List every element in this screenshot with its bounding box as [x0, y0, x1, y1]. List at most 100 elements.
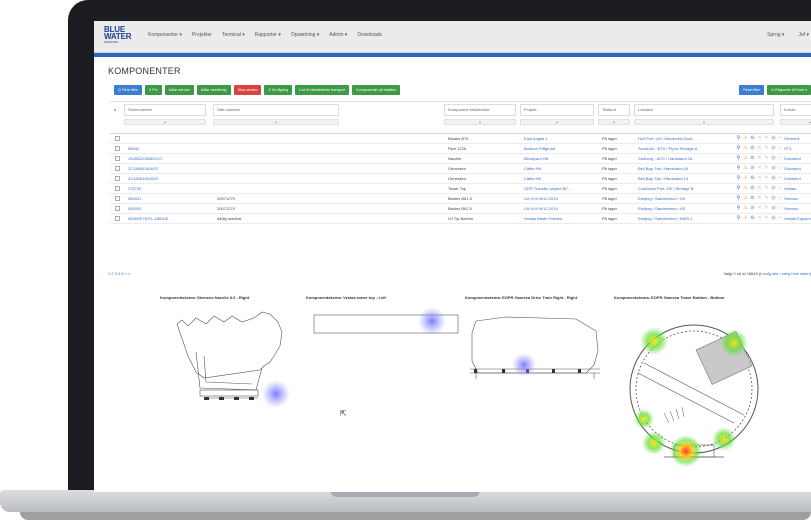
cell-serial[interactable]: 270732: [128, 186, 204, 191]
sort-arrow-icon[interactable]: ▲: [634, 119, 774, 125]
brand-logo[interactable]: BLUE WATER SHIPPING: [104, 26, 132, 48]
row-checkbox[interactable]: [115, 166, 120, 171]
sort-arrow-icon[interactable]: ▲: [520, 119, 594, 125]
toolbar-button[interactable]: ⊙ Eksporter til Excel ▾: [767, 85, 811, 95]
info-icon[interactable]: ⊙: [750, 165, 755, 171]
warning-icon[interactable]: ⚠: [743, 195, 748, 201]
cell-serial[interactable]: ZC180810626JS: [128, 166, 204, 171]
toolbar-button[interactable]: ⚲ Nu tilgang: [264, 85, 293, 95]
edit-icon[interactable]: ✎: [764, 195, 769, 201]
cell-project[interactable]: LM 4+5+6/12-2019: [524, 196, 592, 201]
sort-arrow-icon[interactable]: ▲: [780, 119, 811, 125]
row-checkbox[interactable]: [115, 196, 120, 201]
cell-serial[interactable]: 060053: [128, 206, 204, 211]
toolbar-button[interactable]: Udtar service: [164, 85, 194, 95]
pin-icon[interactable]: ⚲: [736, 215, 741, 221]
document-icon[interactable]: ▣: [771, 135, 776, 141]
folder-icon[interactable]: ▭: [778, 185, 783, 191]
pin-icon[interactable]: ⚲: [736, 145, 741, 151]
close-icon[interactable]: ✕: [757, 215, 762, 221]
pagination[interactable]: 1 2 3 4 5 » »: [108, 271, 130, 276]
toolbar-button[interactable]: ⚲ Pin: [144, 85, 162, 95]
table-row[interactable]: ZC180810626JS Generator Cattle Hill På lage…: [110, 174, 811, 184]
info-icon[interactable]: ⊙: [750, 145, 755, 151]
edit-icon[interactable]: ✎: [764, 155, 769, 161]
toolbar-button[interactable]: Komponenter på lokation: [352, 85, 401, 95]
pin-icon[interactable]: ⚲: [736, 165, 741, 171]
pin-icon[interactable]: ⚲: [736, 205, 741, 211]
close-icon[interactable]: ✕: [757, 185, 762, 191]
warning-icon[interactable]: ⚠: [743, 165, 748, 171]
warning-icon[interactable]: ⚠: [743, 205, 748, 211]
folder-icon[interactable]: ▭: [778, 165, 783, 171]
close-icon[interactable]: ✕: [757, 135, 762, 141]
document-icon[interactable]: ▣: [771, 195, 776, 201]
nav-right-item[interactable]: Sprog ▾: [767, 32, 784, 38]
select-column-icon[interactable]: ♦: [114, 107, 116, 112]
folder-icon[interactable]: ▭: [778, 175, 783, 181]
warning-icon[interactable]: ⚠: [743, 185, 748, 191]
cell-customer[interactable]: Senvion: [784, 206, 811, 211]
table-row[interactable]: 56542 Pipe 1226 Borkum Riffgrund På lager Sz…: [110, 144, 811, 154]
row-checkbox[interactable]: [115, 206, 120, 211]
column-header[interactable]: Sæt nummer ▲: [213, 104, 339, 126]
cell-project[interactable]: Vestas Blade Frames: [524, 216, 592, 221]
warning-icon[interactable]: ⚠: [743, 215, 748, 221]
warning-icon[interactable]: ⚠: [743, 155, 748, 161]
table-row[interactable]: 270732 Tower Top GER Transfer project BF..…: [110, 184, 811, 194]
toolbar-button[interactable]: Q Flere filtre: [114, 85, 142, 95]
tower-bottom-diagram[interactable]: [624, 303, 764, 478]
warning-icon[interactable]: ⚠: [743, 175, 748, 181]
cell-customer[interactable]: Vestas Equipment: [784, 216, 811, 221]
info-icon[interactable]: ⊙: [750, 215, 755, 221]
table-row[interactable]: J00852205060X.IC Nacelle Blockyard Hill På …: [110, 154, 811, 164]
toolbar-button[interactable]: Stop service: [233, 85, 262, 95]
cell-project[interactable]: Cattle Hill: [524, 166, 592, 171]
sort-arrow-icon[interactable]: ▲: [124, 119, 206, 125]
toolbar-button[interactable]: Udtar montering: [196, 85, 231, 95]
toolbar-button[interactable]: Reset filter: [739, 85, 765, 95]
row-checkbox[interactable]: [115, 176, 120, 181]
cell-customer[interactable]: Goldwind: [784, 156, 811, 161]
table-row[interactable]: 060053 20071279 Blades B61.5 LM 4+5+6/12-20…: [110, 204, 811, 214]
toolbar-button[interactable]: Lod til eksisterende transport: [295, 85, 350, 95]
document-icon[interactable]: ▣: [771, 155, 776, 161]
close-icon[interactable]: ✕: [757, 175, 762, 181]
folder-icon[interactable]: ▭: [778, 205, 783, 211]
cell-serial[interactable]: J00852205060X.IC: [128, 156, 204, 161]
document-icon[interactable]: ▣: [771, 165, 776, 171]
pin-icon[interactable]: ⚲: [736, 135, 741, 141]
column-header[interactable]: Komponent beskrivelse ▲: [444, 104, 516, 126]
close-icon[interactable]: ✕: [757, 145, 762, 151]
sort-arrow-icon[interactable]: ▲: [213, 119, 339, 125]
cell-project[interactable]: LM 4+5+6/12-2019: [524, 206, 592, 211]
edit-icon[interactable]: ✎: [764, 135, 769, 141]
info-icon[interactable]: ⊙: [750, 195, 755, 201]
edit-icon[interactable]: ✎: [764, 145, 769, 151]
nacelle-diagram[interactable]: [174, 306, 304, 414]
pin-icon[interactable]: ⚲: [736, 155, 741, 161]
folder-icon[interactable]: ▭: [778, 215, 783, 221]
cell-project[interactable]: GER Transfer project BF...: [524, 186, 592, 191]
pin-icon[interactable]: ⚲: [736, 185, 741, 191]
cell-customer[interactable]: Goldwind: [784, 166, 811, 171]
nav-item[interactable]: Admin ▾: [329, 32, 347, 38]
nav-item[interactable]: Terminal ▾: [222, 32, 245, 38]
cell-customer[interactable]: Vestas: [784, 186, 811, 191]
close-icon[interactable]: ✕: [757, 165, 762, 171]
cell-customer[interactable]: Goldwind: [784, 176, 811, 181]
edit-icon[interactable]: ✎: [764, 185, 769, 191]
cell-project[interactable]: Borkum Riffgrund: [524, 146, 592, 151]
folder-icon[interactable]: ▭: [778, 145, 783, 151]
column-header[interactable]: Tilstand ▲: [598, 104, 630, 126]
edit-icon[interactable]: ✎: [764, 215, 769, 221]
row-checkbox[interactable]: [115, 156, 120, 161]
folder-icon[interactable]: ▭: [778, 135, 783, 141]
table-row[interactable]: 060001 20071279 Blades B61.5 LM 4+5+6/12-20…: [110, 194, 811, 204]
cell-project[interactable]: East Anglia 1: [524, 136, 592, 141]
edit-icon[interactable]: ✎: [764, 175, 769, 181]
sort-arrow-icon[interactable]: ▲: [598, 119, 630, 125]
drive-train-diagram[interactable]: [466, 311, 606, 391]
column-header[interactable]: Kunde ▲: [780, 104, 811, 126]
edit-icon[interactable]: ✎: [764, 205, 769, 211]
